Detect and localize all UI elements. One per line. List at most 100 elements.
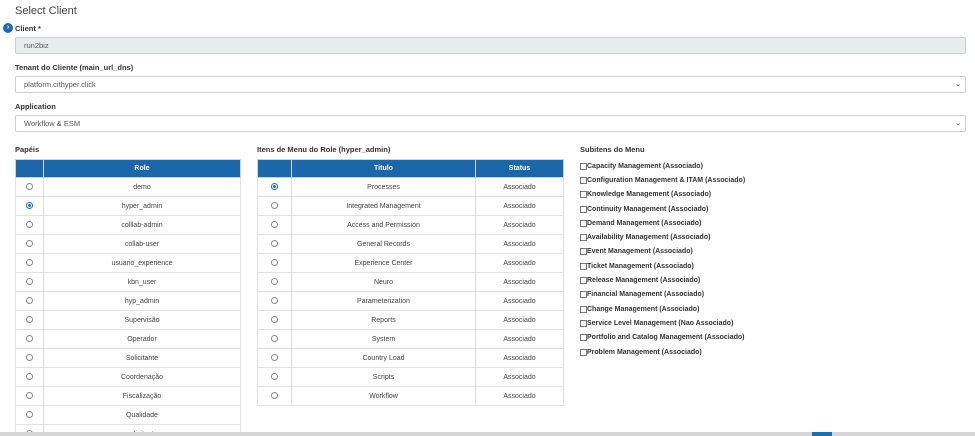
role-cell: Operador bbox=[43, 329, 241, 349]
subitem-label: Problem Management (Associado) bbox=[587, 348, 702, 356]
table-row[interactable]: General Records Associado bbox=[257, 234, 564, 254]
subitem-checkbox[interactable] bbox=[580, 319, 587, 327]
menu-item-radio[interactable] bbox=[271, 354, 278, 362]
horizontal-scrollbar[interactable] bbox=[0, 432, 975, 436]
menu-status-cell: Associado bbox=[475, 215, 564, 235]
row-select-cell bbox=[257, 329, 292, 349]
menu-status-cell: Associado bbox=[475, 348, 564, 368]
menu-item-radio[interactable] bbox=[271, 183, 278, 191]
subitem-checkbox[interactable] bbox=[580, 305, 587, 313]
subitem: Financial Management (Associado) bbox=[580, 288, 745, 302]
client-field[interactable]: run2biz bbox=[15, 37, 966, 54]
table-row[interactable]: usuario_experience bbox=[15, 253, 241, 273]
role-radio[interactable] bbox=[26, 392, 33, 400]
role-radio[interactable] bbox=[26, 373, 33, 381]
role-radio[interactable] bbox=[26, 202, 33, 210]
table-row[interactable]: collab-user bbox=[15, 234, 241, 254]
subitem-checkbox[interactable] bbox=[580, 291, 587, 299]
table-row[interactable]: Country Load Associado bbox=[257, 348, 564, 368]
row-select-cell bbox=[15, 367, 44, 387]
table-row[interactable]: kbn_user bbox=[15, 272, 241, 292]
role-radio[interactable] bbox=[26, 183, 33, 191]
table-row[interactable]: Experience Center Associado bbox=[257, 253, 564, 273]
row-select-cell bbox=[15, 177, 44, 197]
role-cell: Solicitante bbox=[43, 348, 241, 368]
tenant-select[interactable]: platform.cithyper.click ⌄ bbox=[15, 76, 966, 93]
role-radio[interactable] bbox=[26, 297, 33, 305]
role-radio[interactable] bbox=[26, 316, 33, 324]
subitem-checkbox[interactable] bbox=[580, 162, 587, 170]
chevron-right-icon[interactable]: › bbox=[3, 23, 13, 33]
subitem-checkbox[interactable] bbox=[580, 277, 587, 285]
role-radio[interactable] bbox=[26, 221, 33, 229]
menu-item-radio[interactable] bbox=[271, 316, 278, 324]
subitem-checkbox[interactable] bbox=[580, 248, 587, 256]
menu-item-radio[interactable] bbox=[271, 240, 278, 248]
role-cell: Supervisão bbox=[43, 310, 241, 330]
table-row[interactable]: Solicitante bbox=[15, 348, 241, 368]
row-select-cell bbox=[257, 386, 292, 406]
table-row[interactable]: Processes Associado bbox=[257, 177, 564, 197]
subitem-checkbox[interactable] bbox=[580, 176, 587, 184]
subitem-checkbox[interactable] bbox=[580, 205, 587, 213]
subitem: Knowledge Management (Associado) bbox=[580, 188, 745, 202]
table-row[interactable]: Integrated Management Associado bbox=[257, 196, 564, 216]
table-row[interactable]: hyp_admin bbox=[15, 291, 241, 311]
subitem: Service Level Management (Nao Associado) bbox=[580, 316, 745, 330]
table-row[interactable]: Reports Associado bbox=[257, 310, 564, 330]
menu-titulo-cell: Experience Center bbox=[291, 253, 476, 273]
menu-item-radio[interactable] bbox=[271, 278, 278, 286]
table-row[interactable]: Operador bbox=[15, 329, 241, 349]
table-row[interactable]: Parameterization Associado bbox=[257, 291, 564, 311]
table-row[interactable]: hyper_admin bbox=[15, 196, 241, 216]
menu-status-cell: Associado bbox=[475, 367, 564, 387]
subitem-checkbox[interactable] bbox=[580, 191, 587, 199]
table-row[interactable]: Workflow Associado bbox=[257, 386, 564, 406]
menu-item-radio[interactable] bbox=[271, 202, 278, 210]
scrollbar-thumb[interactable] bbox=[812, 432, 832, 436]
subitem-checkbox[interactable] bbox=[580, 334, 587, 342]
menu-item-radio[interactable] bbox=[271, 221, 278, 229]
tenant-select-value: platform.cithyper.click bbox=[24, 80, 96, 89]
menu-titulo-cell: Neuro bbox=[291, 272, 476, 292]
row-select-cell bbox=[15, 386, 44, 406]
table-row[interactable]: Fiscalização bbox=[15, 386, 241, 406]
subitem-checkbox[interactable] bbox=[580, 234, 587, 242]
row-select-cell bbox=[257, 348, 292, 368]
role-radio[interactable] bbox=[26, 354, 33, 362]
subitem-checkbox[interactable] bbox=[580, 219, 587, 227]
menu-item-radio[interactable] bbox=[271, 297, 278, 305]
subitem-label: Financial Management (Associado) bbox=[587, 291, 705, 299]
table-row[interactable]: demo bbox=[15, 177, 241, 197]
table-row[interactable]: Qualidade bbox=[15, 405, 241, 425]
table-row[interactable]: Access and Permission Associado bbox=[257, 215, 564, 235]
role-radio[interactable] bbox=[26, 411, 33, 419]
subitem: Availability Management (Associado) bbox=[580, 230, 745, 244]
role-radio[interactable] bbox=[26, 335, 33, 343]
application-select[interactable]: Workflow & ESM ⌄ bbox=[15, 115, 966, 132]
subitem-label: Knowledge Management (Associado) bbox=[587, 191, 712, 199]
subitem: Portfolio and Catalog Management (Associ… bbox=[580, 331, 745, 345]
row-select-cell bbox=[15, 348, 44, 368]
table-row[interactable]: colllab-admin bbox=[15, 215, 241, 235]
subitem-checkbox[interactable] bbox=[580, 348, 587, 356]
subitem-label: Capacity Management (Associado) bbox=[587, 162, 703, 170]
table-row[interactable]: Neuro Associado bbox=[257, 272, 564, 292]
menu-items-title: Itens de Menu do Role (hyper_admin) bbox=[257, 145, 391, 154]
menu-item-radio[interactable] bbox=[271, 392, 278, 400]
menu-item-radio[interactable] bbox=[271, 259, 278, 267]
table-row[interactable]: Scripts Associado bbox=[257, 367, 564, 387]
table-row[interactable]: Supervisão bbox=[15, 310, 241, 330]
table-row[interactable]: Coordenação bbox=[15, 367, 241, 387]
role-radio[interactable] bbox=[26, 278, 33, 286]
role-radio[interactable] bbox=[26, 259, 33, 267]
table-row[interactable]: System Associado bbox=[257, 329, 564, 349]
menu-item-radio[interactable] bbox=[271, 335, 278, 343]
menu-status-cell: Associado bbox=[475, 234, 564, 254]
menu-item-radio[interactable] bbox=[271, 373, 278, 381]
role-radio[interactable] bbox=[26, 240, 33, 248]
subitem-checkbox[interactable] bbox=[580, 262, 587, 270]
role-cell: Fiscalização bbox=[43, 386, 241, 406]
role-cell: hyp_admin bbox=[43, 291, 241, 311]
client-label: Client * bbox=[15, 24, 41, 33]
